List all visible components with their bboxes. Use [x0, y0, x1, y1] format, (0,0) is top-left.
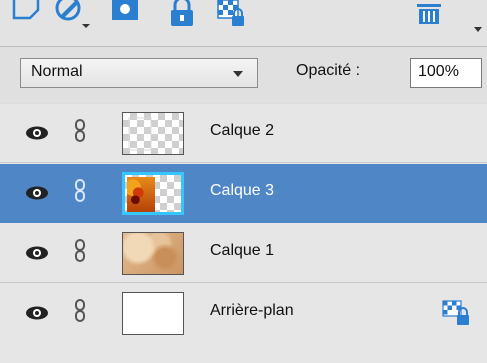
layer-name: Calque 3	[210, 182, 275, 199]
layer-mask-icon[interactable]	[110, 0, 142, 32]
link-chain-icon[interactable]	[74, 119, 86, 147]
layer-row-calque-3[interactable]: Calque 3	[0, 164, 487, 223]
visibility-eye-icon[interactable]	[25, 304, 49, 326]
opacity-value: 100%	[418, 63, 459, 80]
layers-toolbar	[0, 0, 487, 46]
link-chain-icon[interactable]	[74, 299, 86, 327]
visibility-eye-icon[interactable]	[25, 184, 49, 206]
layer-name: Calque 2	[210, 122, 275, 139]
lock-transparency-icon[interactable]	[442, 300, 472, 330]
layer-thumbnail	[122, 172, 184, 215]
blend-mode-value: Normal	[31, 63, 83, 80]
blend-mode-dropdown[interactable]: Normal	[20, 58, 258, 88]
layer-thumbnail	[122, 112, 184, 155]
layer-row-arriere-plan[interactable]: Arrière-plan	[0, 284, 487, 343]
opacity-field[interactable]: 100%	[410, 58, 482, 88]
layer-row-calque-2[interactable]: Calque 2	[0, 104, 487, 163]
visibility-eye-icon[interactable]	[25, 124, 49, 146]
more-options-icon[interactable]	[474, 20, 484, 39]
lock-transparency-icon[interactable]	[216, 0, 250, 34]
lock-all-icon[interactable]	[168, 0, 196, 34]
delete-layer-icon[interactable]	[416, 0, 444, 34]
blend-options-bar: Normal Opacité : 100%	[0, 47, 487, 103]
visibility-eye-icon[interactable]	[25, 244, 49, 266]
layer-name: Arrière-plan	[210, 302, 294, 319]
link-chain-icon[interactable]	[74, 179, 86, 207]
layer-row-calque-1[interactable]: Calque 1	[0, 224, 487, 283]
layer-thumbnail	[122, 292, 184, 335]
layer-thumbnail	[122, 232, 184, 275]
opacity-label: Opacité :	[296, 62, 361, 79]
new-layer-icon[interactable]	[10, 0, 40, 34]
layer-name: Calque 1	[210, 242, 275, 259]
link-chain-icon[interactable]	[74, 239, 86, 267]
adjustment-layer-icon[interactable]	[52, 0, 92, 38]
layers-list: Calque 2 Calque 3 Calque 1 Arrière-plan	[0, 104, 487, 363]
chevron-down-icon	[233, 71, 243, 77]
